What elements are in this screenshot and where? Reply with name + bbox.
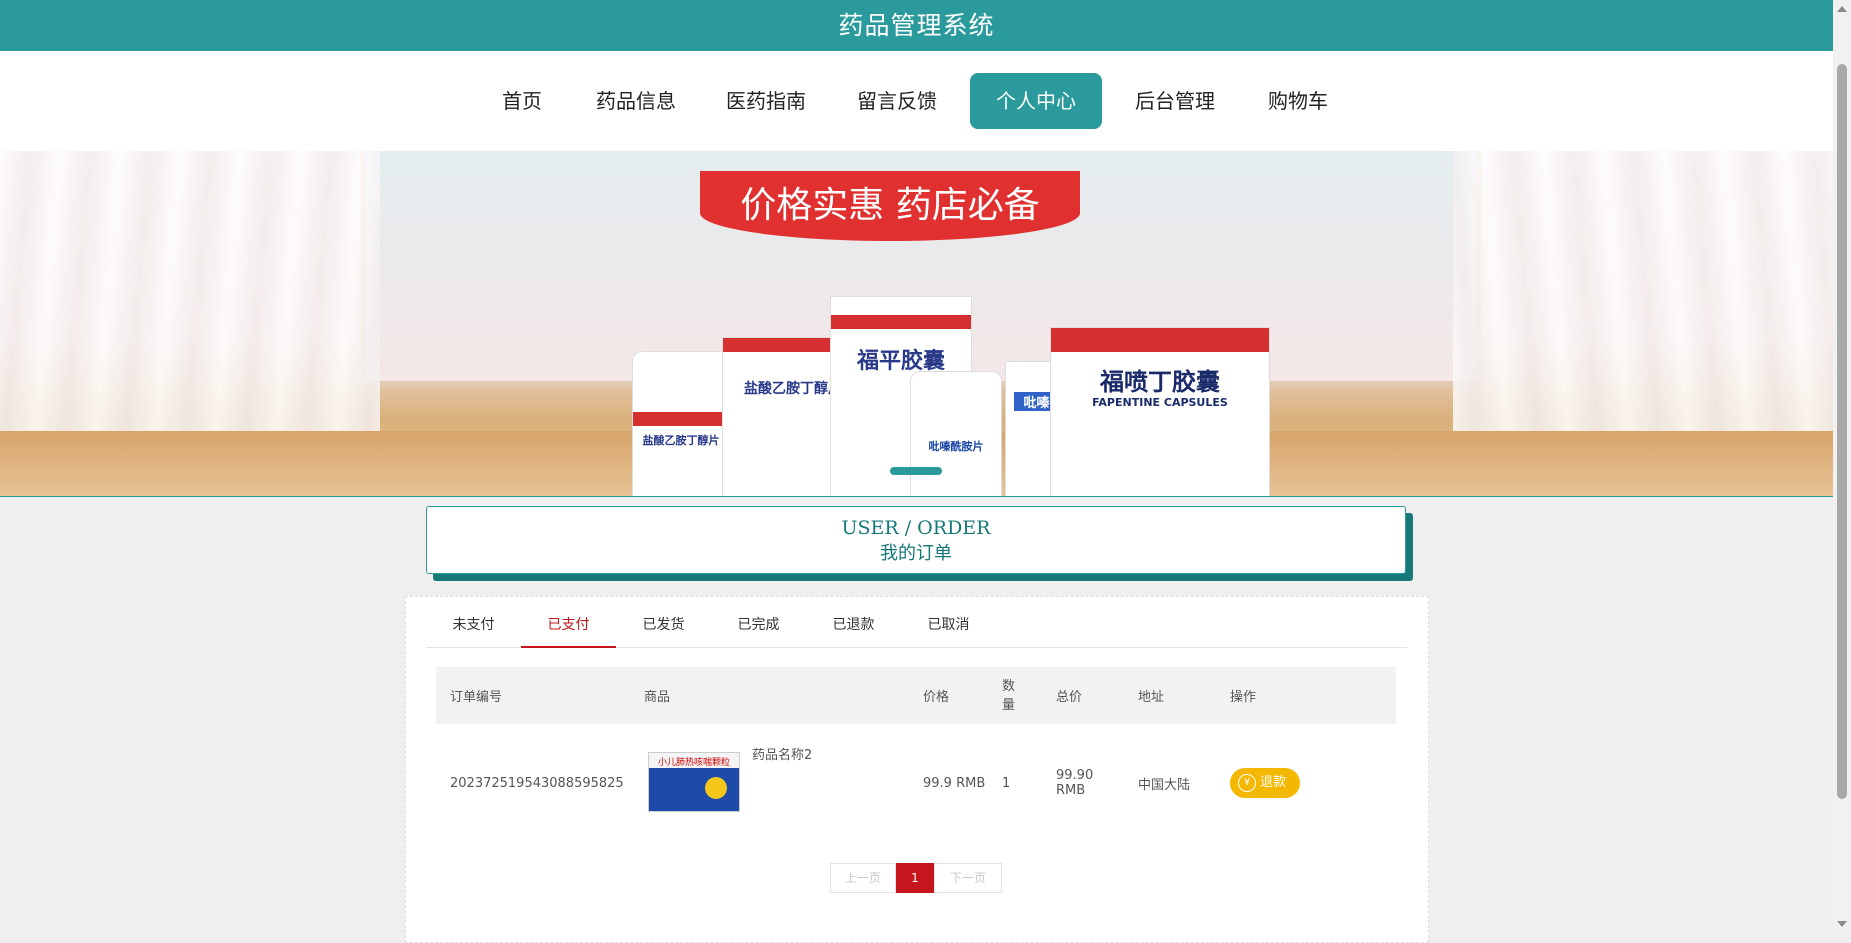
product-name[interactable]: 药品名称2 [752,744,812,763]
tab-paid[interactable]: 已支付 [521,597,616,648]
scroll-down-arrow-icon[interactable] [1837,921,1847,927]
refund-button[interactable]: ¥ 退款 [1230,768,1301,798]
section-heading-en: USER / ORDER [841,517,991,539]
main-nav: 首页 药品信息 医药指南 留言反馈 个人中心 后台管理 购物车 [0,51,1833,151]
table-row: 20237251954308859582​5 小儿肺热咳喘颗粒 药品名称2 99… [436,724,1396,842]
section-heading: USER / ORDER 我的订单 [426,506,1406,574]
nav-item-home[interactable]: 首页 [492,73,552,129]
banner-bottle: 盐酸乙胺丁醇片 [632,351,730,496]
tab-shipped[interactable]: 已发货 [616,597,711,647]
cell-address: 中国大陆 [1138,777,1191,793]
cell-order-no: 20237251954308859582​5 [450,775,624,791]
col-total: 总价 [1042,667,1124,724]
orders-panel: 未支付 已支付 已发货 已完成 已退款 已取消 订单编号 商品 价格 数量 总价… [405,596,1429,943]
col-address: 地址 [1124,667,1216,724]
section-heading-cn: 我的订单 [880,543,952,564]
page-number-current[interactable]: 1 [896,863,934,893]
banner-slogan: 价格实惠 药店必备 [700,171,1080,241]
product-image[interactable]: 小儿肺热咳喘颗粒 [648,752,740,812]
col-order-no: 订单编号 [436,667,630,724]
cell-qty: 1 [1002,775,1011,791]
cell-action: ¥ 退款 [1216,724,1396,842]
cell-total: 99.90 RMB [1056,768,1094,798]
cell-price: 99.9 RMB [923,775,986,791]
col-qty: 数量 [988,667,1042,724]
nav-item-feedback[interactable]: 留言反馈 [849,73,945,129]
col-product: 商品 [630,667,909,724]
tab-refunded[interactable]: 已退款 [806,597,901,647]
carousel-indicator[interactable] [890,467,942,475]
col-price: 价格 [909,667,988,724]
banner-box-4: 福喷丁胶囊 FAPENTINE CAPSULES [1050,327,1270,496]
banner-bottle-2: 吡嗪酰胺片 [910,371,1002,496]
scrollbar-thumb[interactable] [1837,64,1847,799]
sun-mascot-icon [705,777,727,799]
scroll-up-arrow-icon[interactable] [1837,6,1847,12]
cell-product: 小儿肺热咳喘颗粒 药品名称2 [630,724,909,842]
nav-item-admin[interactable]: 后台管理 [1127,73,1223,129]
page-scrollbar[interactable] [1833,0,1851,933]
app-title: 药品管理系统 [838,11,995,40]
table-header-row: 订单编号 商品 价格 数量 总价 地址 操作 [436,667,1396,724]
nav-item-personal-center[interactable]: 个人中心 [970,73,1102,129]
col-action: 操作 [1216,667,1396,724]
banner-carousel[interactable]: 价格实惠 药店必备 盐酸乙胺丁醇片 盐酸乙胺丁醇片 福平胶囊 吡嗪酰胺片 吡嗪酰… [0,151,1833,497]
yen-icon: ¥ [1238,773,1256,792]
nav-item-drug-info[interactable]: 药品信息 [588,73,684,129]
next-page-button[interactable]: 下一页 [934,863,1002,893]
prev-page-button[interactable]: 上一页 [830,863,896,893]
tab-completed[interactable]: 已完成 [711,597,806,647]
tab-cancelled[interactable]: 已取消 [901,597,996,647]
nav-item-medical-guide[interactable]: 医药指南 [718,73,814,129]
app-title-bar: 药品管理系统 [0,0,1833,51]
orders-table: 订单编号 商品 价格 数量 总价 地址 操作 20237251954308859… [436,667,1396,842]
tab-unpaid[interactable]: 未支付 [426,597,521,647]
order-status-tabs: 未支付 已支付 已发货 已完成 已退款 已取消 [426,597,1407,648]
nav-item-cart[interactable]: 购物车 [1260,73,1336,129]
